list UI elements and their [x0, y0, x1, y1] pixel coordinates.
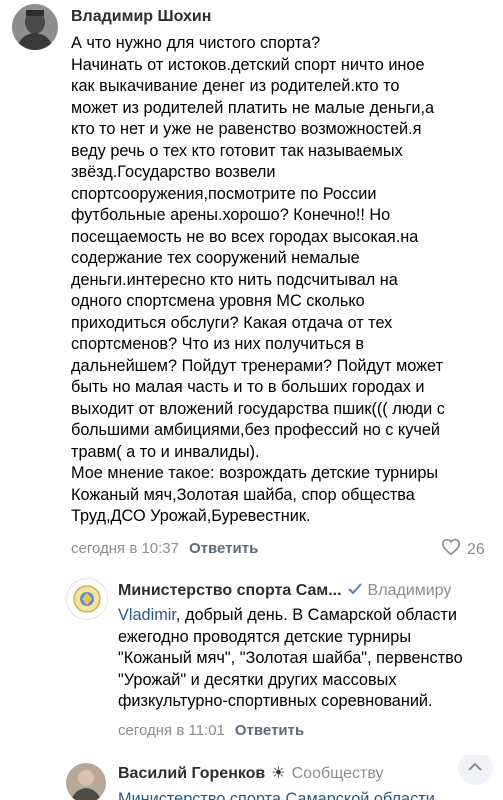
chevron-up-icon [467, 759, 483, 777]
reply-button[interactable]: Ответить [235, 722, 304, 739]
comment-author[interactable]: Министерство спорта Сам... Владимиру [118, 582, 451, 600]
comment-author[interactable]: Владимир Шохин [71, 8, 211, 26]
avatar[interactable] [12, 4, 58, 50]
reply-addressee[interactable]: Владимиру [368, 582, 452, 600]
comment-time[interactable]: сегодня в 10:37 [71, 540, 179, 557]
comment-text: А что нужно для чистого спорта? Начинать… [71, 34, 445, 525]
scroll-up-button[interactable] [458, 755, 492, 785]
comment-text: Vladimir, добрый день. В Самарской облас… [118, 605, 463, 713]
like-button[interactable]: 26 [441, 538, 485, 561]
comment-meta: сегодня в 10:37 Ответить [71, 540, 258, 557]
heart-icon [441, 538, 461, 561]
mention-link[interactable]: Министерство спорта Самарской области [118, 790, 435, 800]
comment-1: Владимир Шохин А что нужно для чистого с… [0, 0, 503, 565]
reply-addressee[interactable]: Сообществу [292, 765, 384, 783]
comment-text: Министерство спорта Самарской области [118, 789, 435, 800]
avatar[interactable] [66, 763, 106, 800]
like-count: 26 [467, 540, 485, 558]
avatar[interactable] [66, 578, 108, 620]
verified-check-icon [347, 582, 362, 600]
author-name[interactable]: Министерство спорта Сам... [118, 582, 342, 600]
comment-time[interactable]: сегодня в 11:01 [118, 722, 225, 739]
sun-emoji-icon: ☀ [271, 765, 286, 782]
mention-link[interactable]: Vladimir [118, 606, 176, 624]
comment-author[interactable]: Василий Горенков ☀ Сообществу [118, 765, 383, 783]
author-name[interactable]: Василий Горенков [118, 765, 265, 783]
reply-button[interactable]: Ответить [189, 540, 258, 557]
comment-3: Василий Горенков ☀ Сообществу Министерст… [0, 755, 503, 800]
comment-2: Министерство спорта Сам... Владимиру Vla… [0, 570, 503, 745]
comment-meta: сегодня в 11:01 Ответить [118, 722, 304, 739]
